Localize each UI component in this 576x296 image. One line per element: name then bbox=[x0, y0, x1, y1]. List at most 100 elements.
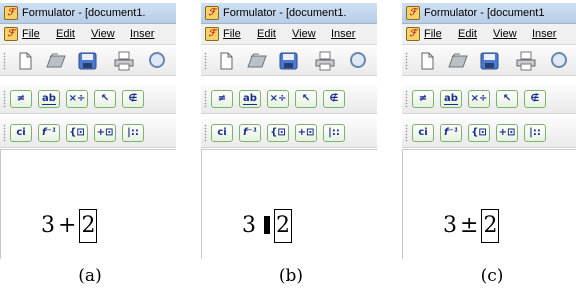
title-bar[interactable]: ℱ Formulator - [document1. bbox=[201, 3, 377, 24]
menu-edit[interactable]: Edit bbox=[257, 24, 276, 44]
ab-box-button[interactable]: ab bbox=[38, 90, 60, 108]
function-button[interactable]: f⁻¹ bbox=[38, 124, 60, 142]
formula-operand: 3 bbox=[242, 213, 256, 238]
toolbar-grip[interactable] bbox=[204, 124, 207, 142]
save-disk-icon[interactable] bbox=[76, 51, 100, 71]
ab-box-button[interactable]: ab bbox=[239, 90, 261, 108]
menu-insert-label: Inser bbox=[331, 28, 356, 40]
times-divide-button[interactable]: ×÷ bbox=[267, 90, 289, 108]
document-menu-icon[interactable]: ℱ bbox=[205, 27, 219, 41]
not-equal-button[interactable]: ≠ bbox=[412, 90, 434, 108]
menu-bar: ℱ File Edit View Inser bbox=[402, 24, 576, 45]
menu-insert-label: Inser bbox=[532, 28, 557, 40]
slot-box[interactable]: 2 bbox=[79, 209, 98, 243]
toolbar-grip[interactable] bbox=[405, 124, 408, 142]
bars-button[interactable]: |:: bbox=[122, 124, 144, 142]
times-divide-button[interactable]: ×÷ bbox=[66, 90, 88, 108]
formula-editor[interactable]: 3 +2 bbox=[0, 149, 176, 259]
brace-button[interactable]: {⊡ bbox=[468, 124, 490, 142]
toolbar-grip[interactable] bbox=[204, 52, 207, 70]
formulator-app-icon: ℱ bbox=[205, 6, 219, 20]
new-document-icon[interactable] bbox=[12, 51, 36, 71]
arrow-button[interactable]: ↖ bbox=[94, 90, 116, 108]
menu-file[interactable]: File bbox=[22, 24, 40, 44]
brace-button[interactable]: {⊡ bbox=[267, 124, 289, 142]
not-element-button[interactable]: ∉ bbox=[122, 90, 144, 108]
title-bar[interactable]: ℱ Formulator - [document1 bbox=[402, 3, 576, 24]
not-equal-button[interactable]: ≠ bbox=[10, 90, 32, 108]
function-button[interactable]: f⁻¹ bbox=[239, 124, 261, 142]
menu-edit-label: Edit bbox=[56, 28, 75, 40]
toolbar-grip[interactable] bbox=[3, 124, 6, 142]
slot-box[interactable]: 2 bbox=[481, 209, 500, 243]
menu-view[interactable]: View bbox=[91, 24, 115, 44]
bars-button[interactable]: |:: bbox=[524, 124, 546, 142]
menu-edit-label: Edit bbox=[257, 28, 276, 40]
plus-operator: + bbox=[58, 213, 77, 238]
toolbar-grip[interactable] bbox=[3, 90, 6, 108]
open-folder-icon[interactable] bbox=[44, 51, 68, 71]
document-menu-icon[interactable]: ℱ bbox=[406, 27, 420, 41]
new-document-icon[interactable] bbox=[414, 51, 438, 71]
menu-view[interactable]: View bbox=[292, 24, 316, 44]
ab-box-label: ab bbox=[444, 93, 458, 105]
title-bar[interactable]: ℱ Formulator - [document1. bbox=[0, 3, 176, 24]
plus-box-button[interactable]: +⊡ bbox=[295, 124, 317, 142]
open-folder-icon[interactable] bbox=[245, 51, 269, 71]
print-icon[interactable] bbox=[313, 51, 337, 71]
caption-c: (c) bbox=[480, 266, 504, 286]
templates-toolbar: ci f⁻¹ {⊡ +⊡ |:: bbox=[0, 119, 176, 148]
not-equal-button[interactable]: ≠ bbox=[211, 90, 233, 108]
print-icon[interactable] bbox=[112, 51, 136, 71]
menu-file-label: File bbox=[22, 28, 40, 40]
menu-view[interactable]: View bbox=[493, 24, 517, 44]
toolbar-grip[interactable] bbox=[405, 90, 408, 108]
print-preview-icon[interactable] bbox=[548, 51, 572, 71]
plus-box-button[interactable]: +⊡ bbox=[94, 124, 116, 142]
save-disk-icon[interactable] bbox=[277, 51, 301, 71]
print-preview-icon[interactable] bbox=[146, 51, 170, 71]
plus-box-button[interactable]: +⊡ bbox=[496, 124, 518, 142]
not-element-button[interactable]: ∉ bbox=[323, 90, 345, 108]
templates-toolbar: ci f⁻¹ {⊡ +⊡ |:: bbox=[201, 119, 377, 148]
menu-insert[interactable]: Inser bbox=[532, 24, 556, 44]
ab-box-label: ab bbox=[42, 93, 56, 105]
toolbar-grip[interactable] bbox=[204, 90, 207, 108]
standard-toolbar bbox=[402, 47, 576, 76]
symbols-toolbar: ≠ ab ×÷ ↖ ∉ bbox=[0, 85, 176, 114]
window-title: Formulator - [document1 bbox=[424, 7, 545, 19]
arrow-button[interactable]: ↖ bbox=[295, 90, 317, 108]
save-disk-icon[interactable] bbox=[478, 51, 502, 71]
toolbar-grip[interactable] bbox=[405, 52, 408, 70]
menu-view-label: View bbox=[292, 28, 316, 40]
function-button[interactable]: f⁻¹ bbox=[440, 124, 462, 142]
menu-edit[interactable]: Edit bbox=[458, 24, 477, 44]
formula-editor[interactable]: 32 bbox=[201, 149, 377, 259]
toolbar-grip[interactable] bbox=[3, 52, 6, 70]
times-divide-button[interactable]: ×÷ bbox=[468, 90, 490, 108]
menu-edit[interactable]: Edit bbox=[56, 24, 75, 44]
standard-toolbar bbox=[0, 47, 176, 76]
print-preview-icon[interactable] bbox=[347, 51, 371, 71]
open-folder-icon[interactable] bbox=[446, 51, 470, 71]
document-menu-icon[interactable]: ℱ bbox=[4, 27, 18, 41]
menu-file[interactable]: File bbox=[223, 24, 241, 44]
arrow-button[interactable]: ↖ bbox=[496, 90, 518, 108]
menu-file[interactable]: File bbox=[424, 24, 442, 44]
menu-file-label: File bbox=[424, 28, 442, 40]
ci-button[interactable]: ci bbox=[211, 124, 233, 142]
menu-insert[interactable]: Inser bbox=[130, 24, 154, 44]
new-document-icon[interactable] bbox=[213, 51, 237, 71]
formula-editor[interactable]: 3 ±2 bbox=[402, 149, 576, 259]
not-element-button[interactable]: ∉ bbox=[524, 90, 546, 108]
window-title: Formulator - [document1. bbox=[223, 7, 347, 19]
print-icon[interactable] bbox=[514, 51, 538, 71]
ab-box-button[interactable]: ab bbox=[440, 90, 462, 108]
ci-button[interactable]: ci bbox=[412, 124, 434, 142]
brace-button[interactable]: {⊡ bbox=[66, 124, 88, 142]
ci-button[interactable]: ci bbox=[10, 124, 32, 142]
slot-box[interactable]: 2 bbox=[274, 209, 292, 243]
menu-insert[interactable]: Inser bbox=[331, 24, 355, 44]
menu-view-label: View bbox=[493, 28, 517, 40]
bars-button[interactable]: |:: bbox=[323, 124, 345, 142]
